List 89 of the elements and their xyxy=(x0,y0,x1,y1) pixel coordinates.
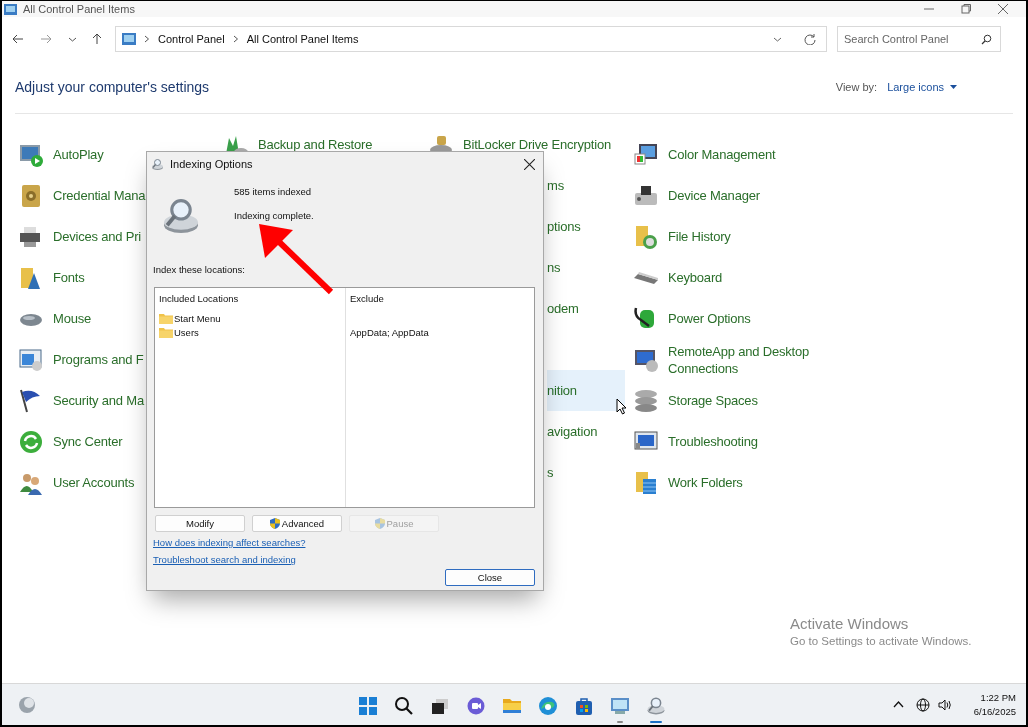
refresh-icon[interactable] xyxy=(804,33,816,45)
breadcrumb-item[interactable]: Control Panel xyxy=(158,33,225,45)
up-icon[interactable] xyxy=(91,33,103,45)
location-name: Start Menu xyxy=(174,312,221,324)
control-panel-link[interactable]: Device Manager xyxy=(631,175,831,216)
globe-icon[interactable] xyxy=(915,697,930,712)
control-panel-link[interactable]: Mouse xyxy=(16,298,92,339)
running-indicator xyxy=(617,720,623,723)
start-icon xyxy=(358,695,378,716)
control-panel-link[interactable]: Devices and Pri xyxy=(16,216,142,257)
breadcrumb-item[interactable]: All Control Panel Items xyxy=(246,33,359,45)
control-panel-link[interactable]: AutoPlay xyxy=(16,134,104,175)
location-name: Users xyxy=(174,326,199,338)
breadcrumb-chevron-icon xyxy=(232,35,239,43)
back-icon[interactable] xyxy=(12,33,24,45)
program-window-icon xyxy=(18,346,44,373)
control-panel-icon xyxy=(610,695,630,716)
window-title: All Control Panel Items xyxy=(23,3,135,15)
search-drive-icon xyxy=(646,695,666,716)
color-monitor-icon xyxy=(633,141,659,168)
keyboard-icon xyxy=(633,270,659,285)
close-icon[interactable] xyxy=(998,4,1008,14)
search-icon[interactable] xyxy=(981,34,992,45)
activation-text: Go to Settings to activate Windows. xyxy=(790,635,972,647)
control-panel-link[interactable]: Power Options xyxy=(631,298,831,339)
control-panel-link[interactable]: s xyxy=(547,452,625,493)
sync-icon xyxy=(18,428,44,455)
control-panel-link[interactable]: odem xyxy=(547,288,625,329)
control-panel-link[interactable]: Color Management xyxy=(631,134,831,175)
folder-building-icon xyxy=(633,469,659,496)
forward-icon[interactable] xyxy=(40,33,52,45)
search-drive-icon xyxy=(161,196,201,236)
page-heading: Adjust your computer's settings xyxy=(15,79,210,95)
chevron-up-icon[interactable] xyxy=(892,701,904,708)
breadcrumb-chevron-icon xyxy=(144,35,150,43)
control-panel-link[interactable]: Sync Center xyxy=(16,421,123,462)
control-panel-link[interactable]: Security and Ma xyxy=(16,380,144,421)
disk-stack-icon xyxy=(633,387,659,414)
folder-icon xyxy=(159,326,173,338)
items-indexed-count: 585 items indexed xyxy=(234,186,313,197)
dialog-title: Indexing Options xyxy=(170,158,253,170)
control-panel-link[interactable]: User Accounts xyxy=(16,462,135,503)
browser-icon xyxy=(538,695,558,716)
help-link[interactable]: Troubleshoot search and indexing xyxy=(153,554,296,565)
help-link[interactable]: How does indexing affect searches? xyxy=(153,537,306,548)
control-panel-link[interactable]: Keyboard xyxy=(631,257,831,298)
control-panel-link[interactable]: ns xyxy=(547,247,625,288)
maximize-icon[interactable] xyxy=(961,4,971,14)
address-bar[interactable]: Control Panel All Control Panel Items xyxy=(115,26,827,52)
folder-icon xyxy=(159,312,173,324)
locations-label: Index these locations: xyxy=(153,264,246,275)
control-panel-link[interactable]: Fonts xyxy=(16,257,85,298)
control-panel-link[interactable]: ptions xyxy=(547,206,625,247)
exclude-value: AppData; AppData xyxy=(350,326,429,338)
control-panel-icon xyxy=(122,33,136,45)
control-panel-link[interactable]: RemoteApp and Desktop Connections xyxy=(631,339,831,380)
control-panel-link[interactable]: nition xyxy=(547,370,625,411)
dialog-button[interactable]: Modify xyxy=(155,515,245,532)
indexing-status: Indexing complete. xyxy=(234,210,314,221)
mouse-pointer-icon xyxy=(616,398,627,415)
search-icon xyxy=(394,695,414,716)
control-panel-icon xyxy=(4,3,17,15)
clock[interactable]: 1:22 PM 6/16/2025 xyxy=(973,692,1016,717)
store-icon xyxy=(574,695,594,716)
control-panel-link[interactable]: ms xyxy=(547,165,625,206)
control-panel-link[interactable]: avigation xyxy=(547,411,625,452)
chat-icon xyxy=(466,695,486,716)
control-panel-link[interactable]: Credential Mana xyxy=(16,175,146,216)
column-header: Exclude xyxy=(350,293,385,306)
search-drive-icon xyxy=(151,157,164,171)
activation-title: Activate Windows xyxy=(790,615,910,632)
caret-icon xyxy=(950,84,957,90)
search-field[interactable]: Search Control Panel xyxy=(837,26,1001,52)
volume-icon[interactable] xyxy=(937,697,952,712)
running-indicator xyxy=(650,720,662,723)
shield-icon xyxy=(269,518,280,529)
dialog-button[interactable]: Advanced xyxy=(252,515,342,532)
control-panel-link[interactable]: Work Folders xyxy=(631,462,831,503)
close-icon[interactable] xyxy=(524,158,535,170)
control-panel-link[interactable]: Programs and F xyxy=(16,339,144,380)
close-button[interactable]: Close xyxy=(445,569,535,586)
control-panel-link[interactable]: Storage Spaces xyxy=(631,380,831,421)
column-header: Included Locations xyxy=(159,293,240,306)
control-panel-link[interactable]: Troubleshooting xyxy=(631,421,831,462)
view-by-label: View by: xyxy=(835,81,878,93)
folder-clock-icon xyxy=(633,223,659,250)
control-panel-link[interactable]: File History xyxy=(631,216,831,257)
view-by-dropdown[interactable]: Large icons xyxy=(887,81,957,93)
shield-icon xyxy=(374,518,385,529)
